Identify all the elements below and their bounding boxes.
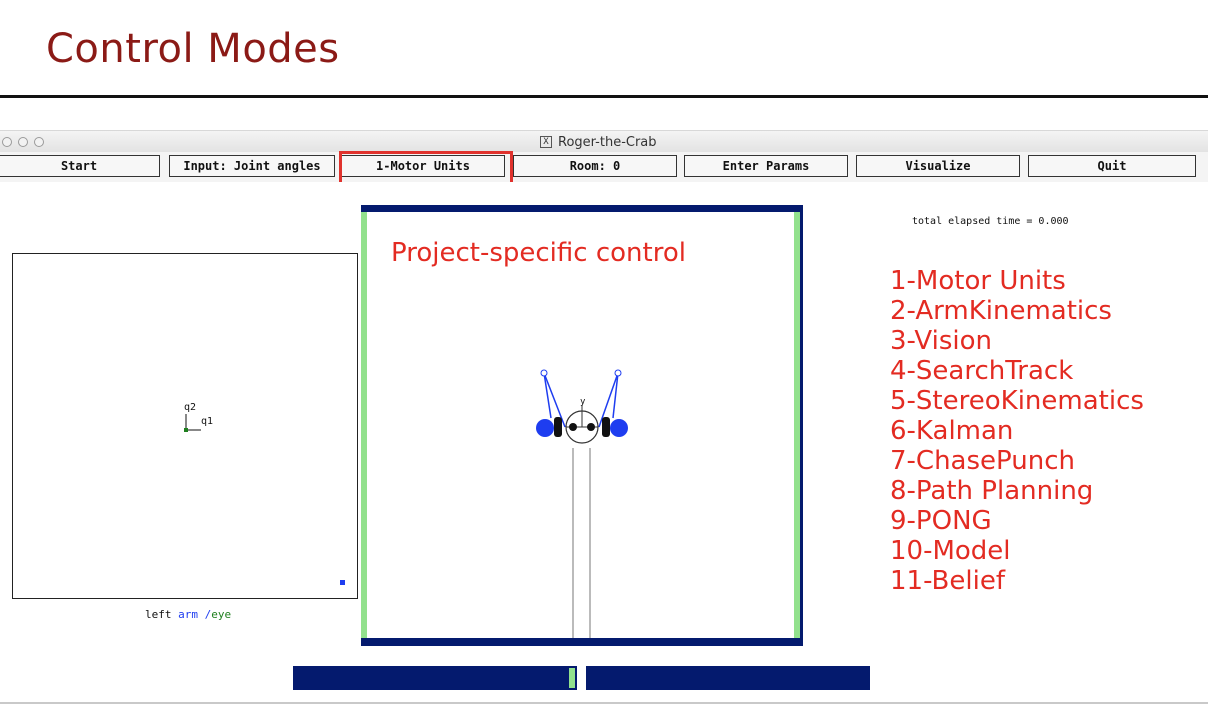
- bottom-divider: [0, 702, 1208, 704]
- room-view[interactable]: y: [361, 205, 803, 646]
- robot-y-label: y: [580, 397, 586, 407]
- mode-item: 10-Model: [890, 536, 1011, 566]
- left-panel-caption: left arm /eye: [145, 608, 231, 621]
- quit-button[interactable]: Quit: [1028, 155, 1196, 177]
- left-eye: [569, 423, 577, 431]
- room-drawing: [361, 205, 803, 646]
- joint-space-panel[interactable]: q2 q1: [12, 253, 358, 599]
- joint-space-plot: [184, 414, 345, 585]
- left-hand: [536, 419, 554, 437]
- caption-eye: eye: [211, 608, 232, 621]
- project-control-annotation: Project-specific control: [391, 238, 686, 268]
- mode-item: 4-SearchTrack: [890, 356, 1074, 386]
- mode-item: 3-Vision: [890, 326, 992, 356]
- q2-axis-label: q2: [184, 402, 197, 413]
- elapsed-time-readout: total elapsed time = 0.000: [912, 216, 1069, 227]
- zoom-window-button[interactable]: [34, 137, 44, 147]
- visualize-button[interactable]: Visualize: [856, 155, 1020, 177]
- enter-params-button[interactable]: Enter Params: [684, 155, 848, 177]
- mode-item: 7-ChasePunch: [890, 446, 1075, 476]
- right-hand: [610, 419, 628, 437]
- window-title: Roger-the-Crab: [558, 134, 657, 150]
- caption-left: left: [145, 608, 172, 621]
- right-eye: [587, 423, 595, 431]
- left-eye-image-bar: [293, 666, 577, 690]
- mode-item: 11-Belief: [890, 566, 1005, 596]
- toolbar: Start Input: Joint angles 1-Motor Units …: [0, 152, 1208, 182]
- mode-item: 1-Motor Units: [890, 266, 1066, 296]
- joint-origin-marker: [184, 428, 188, 432]
- minimize-window-button[interactable]: [18, 137, 28, 147]
- room-left-wall: [361, 212, 367, 638]
- q1-axis-label: q1: [201, 416, 214, 427]
- x11-icon: X: [540, 136, 552, 148]
- start-button[interactable]: Start: [0, 155, 160, 177]
- mode-item: 8-Path Planning: [890, 476, 1094, 506]
- room-right-wall: [794, 212, 800, 638]
- mode-item: 2-ArmKinematics: [890, 296, 1112, 326]
- left-arm-link1: [543, 372, 552, 419]
- room-top-wall: [361, 205, 803, 212]
- input-mode-button[interactable]: Input: Joint angles: [169, 155, 335, 177]
- mode-item: 5-StereoKinematics: [890, 386, 1144, 416]
- window-title-group: X Roger-the-Crab: [540, 133, 657, 151]
- left-eye-target-marker: [569, 668, 575, 688]
- window-titlebar[interactable]: X Roger-the-Crab: [0, 130, 1208, 153]
- left-arm-shoulder: [540, 369, 548, 377]
- mode-item: 6-Kalman: [890, 416, 1014, 446]
- right-arm-shoulder: [614, 369, 622, 377]
- room-right-edge: [800, 212, 803, 638]
- room-button[interactable]: Room: 0: [513, 155, 677, 177]
- caption-arm: arm: [178, 608, 198, 621]
- target-marker: [340, 580, 345, 585]
- room-bottom-wall: [361, 638, 803, 646]
- left-wheel: [554, 417, 562, 437]
- close-window-button[interactable]: [2, 137, 12, 147]
- right-wheel: [602, 417, 610, 437]
- title-divider: [0, 95, 1208, 98]
- slide-title: Control Modes: [46, 26, 340, 72]
- control-mode-list: 1-Motor Units 2-ArmKinematics 3-Vision 4…: [890, 266, 1144, 596]
- mode-item: 9-PONG: [890, 506, 992, 536]
- right-eye-image-bar: [586, 666, 870, 690]
